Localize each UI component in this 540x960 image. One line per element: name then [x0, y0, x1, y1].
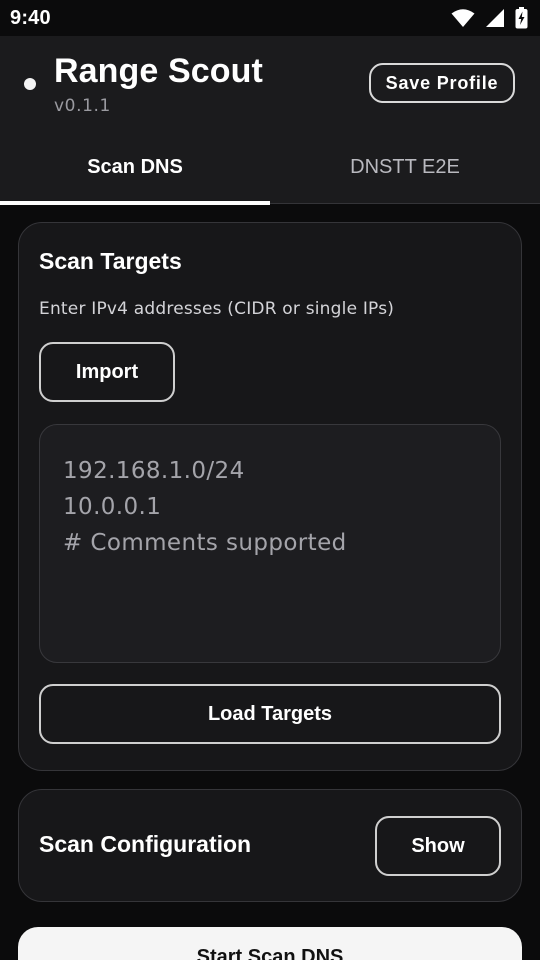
targets-placeholder-line: 10.0.0.1 [63, 494, 162, 520]
wifi-icon [451, 9, 475, 27]
save-profile-button[interactable]: Save Profile [369, 63, 515, 103]
app-screen: 9:40 Range Scout v0.1.1 Save Profile Sca… [0, 0, 540, 960]
scan-targets-subtitle: Enter IPv4 addresses (CIDR or single IPs… [39, 299, 395, 319]
tab-dnstt-e2e-label: DNSTT E2E [350, 156, 460, 178]
scan-targets-title: Scan Targets [39, 248, 182, 274]
battery-charging-icon [515, 7, 528, 29]
scan-targets-card: Scan Targets Enter IPv4 addresses (CIDR … [18, 222, 522, 771]
targets-input[interactable]: 192.168.1.0/24 10.0.0.1 # Comments suppo… [39, 424, 501, 663]
import-button[interactable]: Import [39, 342, 175, 402]
scan-configuration-card: Scan Configuration Show [18, 789, 522, 902]
targets-placeholder-line: # Comments supported [63, 530, 347, 556]
app-version: v0.1.1 [54, 96, 111, 116]
tab-bar: Scan DNS DNSTT E2E [0, 132, 540, 205]
scan-configuration-title: Scan Configuration [39, 831, 252, 857]
start-scan-button[interactable]: Start Scan DNS [18, 927, 522, 960]
app-header: Range Scout v0.1.1 Save Profile [0, 36, 540, 132]
connection-status-dot [24, 78, 36, 90]
status-time: 9:40 [10, 6, 51, 29]
cell-signal-icon [486, 9, 504, 27]
tab-dnstt-e2e[interactable]: DNSTT E2E [270, 132, 540, 204]
targets-placeholder-line: 192.168.1.0/24 [63, 458, 245, 484]
show-configuration-button[interactable]: Show [375, 816, 501, 876]
status-icons [451, 7, 530, 29]
tab-scan-dns[interactable]: Scan DNS [0, 132, 270, 205]
app-title: Range Scout [54, 52, 263, 90]
load-targets-button[interactable]: Load Targets [39, 684, 501, 744]
status-bar: 9:40 [0, 0, 540, 36]
tab-scan-dns-label: Scan DNS [87, 156, 183, 178]
active-tab-indicator [0, 201, 270, 205]
